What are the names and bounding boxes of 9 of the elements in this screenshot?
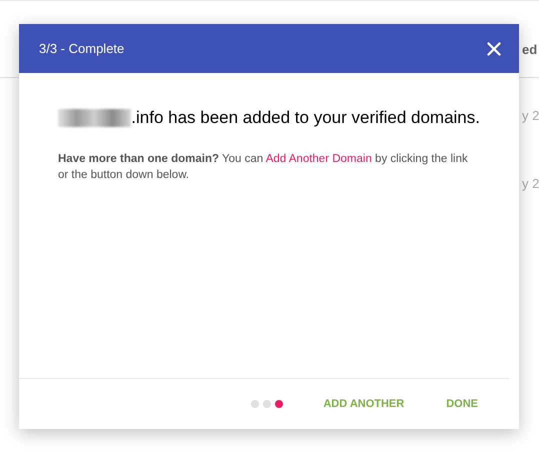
dialog-title: 3/3 - Complete (39, 40, 124, 58)
table-cell-text: y 2 (522, 107, 539, 125)
column-header: ed (522, 41, 538, 59)
add-domain-link[interactable]: Add Another Domain (266, 152, 372, 164)
table-cell-text: y 2 (522, 175, 539, 193)
add-another-button[interactable]: ADD ANOTHER (323, 396, 404, 412)
hint-text: Have more than one domain? You can Add Another Domain by clicking the link or the button down below. (58, 152, 469, 182)
done-button[interactable]: DONE (446, 396, 478, 412)
success-message: .info has been added to your verified domains. (131, 107, 480, 129)
